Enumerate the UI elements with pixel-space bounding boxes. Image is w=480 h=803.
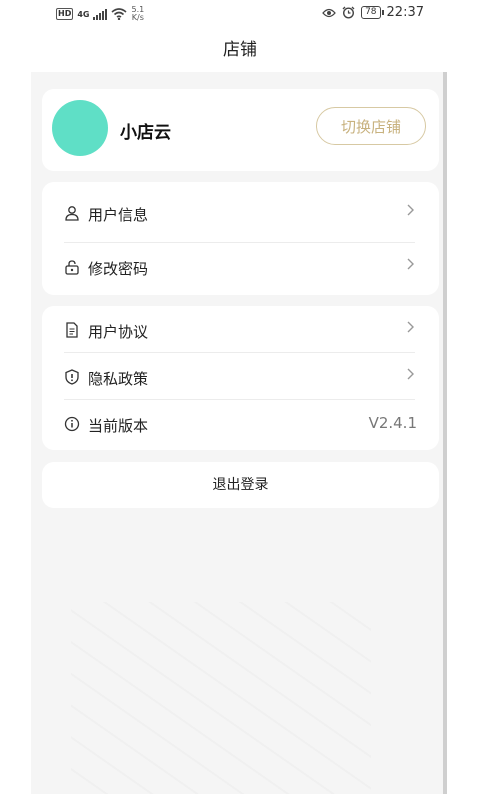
speed-unit: K/s bbox=[131, 13, 144, 22]
bottom-tab-bar-edge bbox=[31, 794, 445, 803]
main-content[interactable]: 小店云 切换店铺 用户信息 修改密码 用户协议 隐私政策 当前版本 V2.4.1… bbox=[31, 72, 445, 794]
clock: 22:37 bbox=[386, 5, 424, 20]
document-icon bbox=[66, 322, 78, 338]
chevron-right-icon bbox=[407, 258, 414, 270]
watermark-pattern bbox=[71, 602, 371, 794]
lock-icon bbox=[65, 260, 79, 275]
menu-item-label: 当前版本 bbox=[88, 417, 149, 435]
user-icon bbox=[65, 206, 79, 221]
account-card: 用户信息 修改密码 bbox=[42, 182, 439, 295]
menu-item-label: 用户信息 bbox=[88, 206, 149, 224]
menu-item-label: 修改密码 bbox=[88, 260, 149, 278]
page-title: 店铺 bbox=[223, 40, 257, 60]
shield-icon bbox=[65, 369, 79, 385]
about-card: 用户协议 隐私政策 当前版本 V2.4.1 bbox=[42, 306, 439, 450]
status-left: HD 4G 5.1 K/s bbox=[56, 6, 144, 22]
profile-card: 小店云 切换店铺 bbox=[42, 89, 439, 171]
divider bbox=[64, 399, 415, 400]
chevron-right-icon bbox=[407, 321, 414, 333]
shop-name: 小店云 bbox=[120, 123, 171, 143]
menu-item-change-password[interactable]: 修改密码 bbox=[42, 245, 439, 291]
menu-item-user-agreement[interactable]: 用户协议 bbox=[42, 308, 439, 354]
signal-icon bbox=[93, 8, 108, 20]
alarm-icon bbox=[342, 6, 355, 19]
status-right: 78 22:37 bbox=[322, 5, 424, 20]
switch-store-button[interactable]: 切换店铺 bbox=[316, 107, 426, 145]
menu-item-current-version: 当前版本 V2.4.1 bbox=[42, 402, 439, 448]
menu-item-privacy-policy[interactable]: 隐私政策 bbox=[42, 355, 439, 401]
menu-item-user-info[interactable]: 用户信息 bbox=[42, 191, 439, 237]
menu-item-label: 隐私政策 bbox=[88, 370, 149, 388]
eye-icon bbox=[322, 8, 336, 17]
chevron-right-icon bbox=[407, 368, 414, 380]
status-bar: HD 4G 5.1 K/s 78 22:37 bbox=[0, 0, 480, 28]
hd-icon: HD bbox=[56, 8, 74, 20]
network-type: 4G bbox=[77, 9, 90, 19]
avatar bbox=[52, 100, 108, 156]
chevron-right-icon bbox=[407, 204, 414, 216]
divider bbox=[64, 242, 415, 243]
logout-button[interactable]: 退出登录 bbox=[42, 462, 439, 508]
version-value: V2.4.1 bbox=[368, 414, 417, 432]
battery-icon: 78 bbox=[361, 6, 385, 19]
wifi-icon bbox=[111, 8, 128, 20]
network-speed: 5.1 K/s bbox=[131, 6, 144, 22]
menu-item-label: 用户协议 bbox=[88, 323, 149, 341]
scrollbar[interactable] bbox=[443, 72, 447, 794]
divider bbox=[64, 352, 415, 353]
info-icon bbox=[64, 416, 80, 432]
